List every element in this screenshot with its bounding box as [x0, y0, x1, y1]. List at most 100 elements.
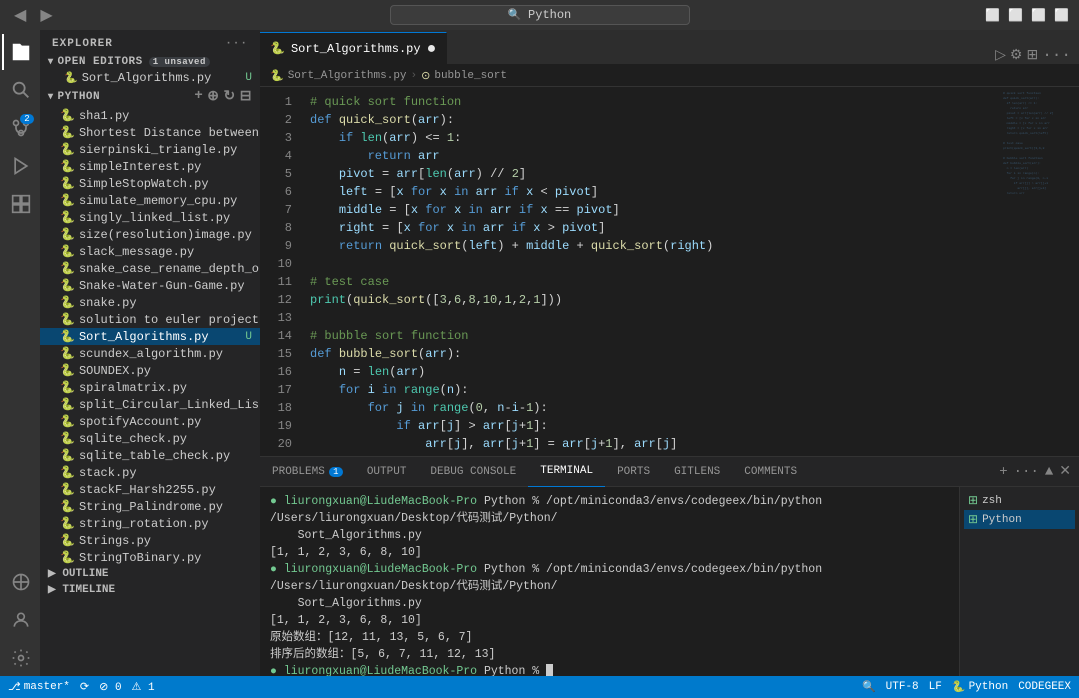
terminal-zsh[interactable]: ⊞ zsh	[964, 491, 1075, 510]
timeline-section[interactable]: ▶ TIMELINE	[40, 582, 260, 598]
terminal-content[interactable]: ● liurongxuan@LiudeMacBook-Pro Python % …	[260, 487, 959, 676]
activity-source-control[interactable]: 2	[2, 110, 38, 146]
layout-icon-3[interactable]: ⬜	[1031, 8, 1046, 23]
file-simulate-memory[interactable]: 🐍simulate_memory_cpu.py	[40, 192, 260, 209]
debug-button[interactable]: ⚙	[1010, 47, 1023, 64]
tab-problems[interactable]: PROBLEMS 1	[260, 457, 355, 487]
tab-terminal[interactable]: TERMINAL	[528, 457, 605, 487]
terminal-close-button[interactable]: ✕	[1059, 463, 1071, 480]
layout-icon-4[interactable]: ⬜	[1054, 8, 1069, 23]
open-editor-item[interactable]: 🐍 Sort_Algorithms.py U	[40, 70, 260, 86]
line-numbers: 12345 678910 1112131415 1617181920 21222…	[260, 87, 300, 456]
terminal-add-button[interactable]: +	[999, 464, 1007, 480]
sidebar-menu-icon[interactable]: ···	[225, 38, 248, 50]
file-stackf[interactable]: 🐍stackF_Harsh2255.py	[40, 481, 260, 498]
file-string-to-binary[interactable]: 🐍StringToBinary.py	[40, 549, 260, 566]
terminal-line-6: 排序后的数组：[5, 6, 7, 11, 12, 13]	[270, 646, 949, 663]
file-strings[interactable]: 🐍Strings.py	[40, 532, 260, 549]
tab-ports[interactable]: PORTS	[605, 457, 662, 487]
sidebar-title: EXPLORER ···	[40, 30, 260, 54]
tab-filename: Sort_Algorithms.py	[291, 42, 421, 56]
forward-button[interactable]: ▶	[36, 5, 56, 25]
activity-remote[interactable]	[2, 564, 38, 600]
editor-area: 🐍 Sort_Algorithms.py ● ▷ ⚙ ⊞ ··· 🐍 Sort_…	[260, 30, 1079, 676]
global-search[interactable]: 🔍 Python	[390, 5, 690, 25]
terminal-sidebar: ⊞ zsh ⊞ Python	[959, 487, 1079, 676]
editor-run-controls: ▷ ⚙ ⊞ ···	[995, 46, 1079, 64]
file-snake-case[interactable]: 🐍snake_case_rename_depth_one.py	[40, 260, 260, 277]
file-scundex[interactable]: 🐍scundex_algorithm.py	[40, 345, 260, 362]
terminal-tabs: PROBLEMS 1 OUTPUT DEBUG CONSOLE TERMINAL…	[260, 457, 1079, 487]
status-encoding[interactable]: UTF-8	[886, 681, 919, 693]
activity-search[interactable]	[2, 72, 38, 108]
file-sort-algorithms[interactable]: 🐍Sort_Algorithms.pyU	[40, 328, 260, 345]
file-sha1[interactable]: 🐍sha1.py	[40, 107, 260, 124]
breadcrumb-function[interactable]: bubble_sort	[434, 70, 507, 82]
collapse-icon[interactable]: ⊟	[240, 88, 252, 105]
file-simple-interest[interactable]: 🐍simpleInterest.py	[40, 158, 260, 175]
activity-files[interactable]	[2, 34, 38, 70]
sync-icon: ⟳	[80, 680, 89, 694]
terminal-controls: + ··· ▲ ✕	[999, 463, 1079, 480]
tab-output[interactable]: OUTPUT	[355, 457, 419, 487]
file-linked-list[interactable]: 🐍singly_linked_list.py	[40, 209, 260, 226]
file-slack[interactable]: 🐍slack_message.py	[40, 243, 260, 260]
file-sqlite-table[interactable]: 🐍sqlite_table_check.py	[40, 447, 260, 464]
status-warnings[interactable]: ⚠ 1	[132, 680, 155, 694]
editor-tab-sort-algorithms[interactable]: 🐍 Sort_Algorithms.py ●	[260, 32, 447, 64]
open-editors-section[interactable]: ▾ OPEN EDITORS 1 unsaved	[40, 54, 260, 70]
file-stack[interactable]: 🐍stack.py	[40, 464, 260, 481]
file-snake[interactable]: 🐍snake.py	[40, 294, 260, 311]
file-shortest-distance[interactable]: 🐍Shortest Distance between Two Lines.py	[40, 124, 260, 141]
activity-run[interactable]	[2, 148, 38, 184]
activity-extensions[interactable]	[2, 186, 38, 222]
python-terminal-icon: ⊞	[968, 512, 978, 527]
tab-comments[interactable]: COMMENTS	[732, 457, 809, 487]
activity-settings[interactable]	[2, 640, 38, 676]
new-file-icon[interactable]: +	[194, 88, 203, 105]
back-button[interactable]: ◀	[10, 5, 30, 25]
file-image-size[interactable]: 🐍size(resolution)image.py	[40, 226, 260, 243]
terminal-line-4: [1, 1, 2, 3, 6, 8, 10]	[270, 612, 949, 629]
search-text: Python	[528, 8, 571, 22]
sidebar: EXPLORER ··· ▾ OPEN EDITORS 1 unsaved 🐍 …	[40, 30, 260, 676]
status-left: ⎇ master* ⟳ ⊘ 0 ⚠ 1	[8, 680, 155, 694]
layout-icon-2[interactable]: ⬜	[1008, 8, 1023, 23]
file-string-rotation[interactable]: 🐍string_rotation.py	[40, 515, 260, 532]
file-spiral[interactable]: 🐍spiralmatrix.py	[40, 379, 260, 396]
file-euler[interactable]: 🐍solution to euler project problem 10.py	[40, 311, 260, 328]
run-split-button[interactable]: ▷	[995, 47, 1006, 64]
terminal-split-button[interactable]: ···	[1014, 464, 1039, 480]
breadcrumb-file[interactable]: Sort_Algorithms.py	[288, 70, 407, 82]
file-soundex[interactable]: 🐍SOUNDEX.py	[40, 362, 260, 379]
file-spotify[interactable]: 🐍spotifyAccount.py	[40, 413, 260, 430]
status-search[interactable]: 🔍	[862, 680, 876, 694]
tab-debug-console[interactable]: DEBUG CONSOLE	[418, 457, 528, 487]
status-errors[interactable]: ⊘ 0	[99, 680, 121, 694]
status-line-ending[interactable]: LF	[929, 681, 942, 693]
refresh-icon[interactable]: ↻	[224, 88, 236, 105]
more-actions-button[interactable]: ···	[1042, 46, 1071, 64]
status-codegeex[interactable]: CODEGEEX	[1018, 681, 1071, 693]
status-branch[interactable]: ⎇ master*	[8, 680, 70, 694]
split-editor-button[interactable]: ⊞	[1026, 47, 1038, 64]
activity-account[interactable]	[2, 602, 38, 638]
outline-section[interactable]: ▶ OUTLINE	[40, 566, 260, 582]
minimap: # quick sort function def quick_sort(arr…	[999, 87, 1079, 456]
file-split-circular[interactable]: 🐍split_Circular_Linked_List.py	[40, 396, 260, 413]
status-sync[interactable]: ⟳	[80, 680, 89, 694]
file-stopwatch[interactable]: 🐍SimpleStopWatch.py	[40, 175, 260, 192]
terminal-line-1: ● liurongxuan@LiudeMacBook-Pro Python % …	[270, 493, 949, 544]
file-sierpinski[interactable]: 🐍sierpinski_triangle.py	[40, 141, 260, 158]
layout-icon-1[interactable]: ⬜	[985, 8, 1000, 23]
new-folder-icon[interactable]: ⊕	[207, 88, 219, 105]
file-snake-water-gun[interactable]: 🐍Snake-Water-Gun-Game.py	[40, 277, 260, 294]
file-string-palindrome[interactable]: 🐍String_Palindrome.py	[40, 498, 260, 515]
tab-gitlens[interactable]: GITLENS	[662, 457, 732, 487]
python-section[interactable]: ▾ PYTHON + ⊕ ↻ ⊟	[40, 86, 260, 107]
terminal-python[interactable]: ⊞ Python	[964, 510, 1075, 529]
terminal-maximize-button[interactable]: ▲	[1045, 464, 1053, 480]
code-content[interactable]: # quick sort function def quick_sort(arr…	[300, 87, 999, 456]
status-language[interactable]: 🐍 Python	[952, 680, 1008, 694]
file-sqlite-check[interactable]: 🐍sqlite_check.py	[40, 430, 260, 447]
